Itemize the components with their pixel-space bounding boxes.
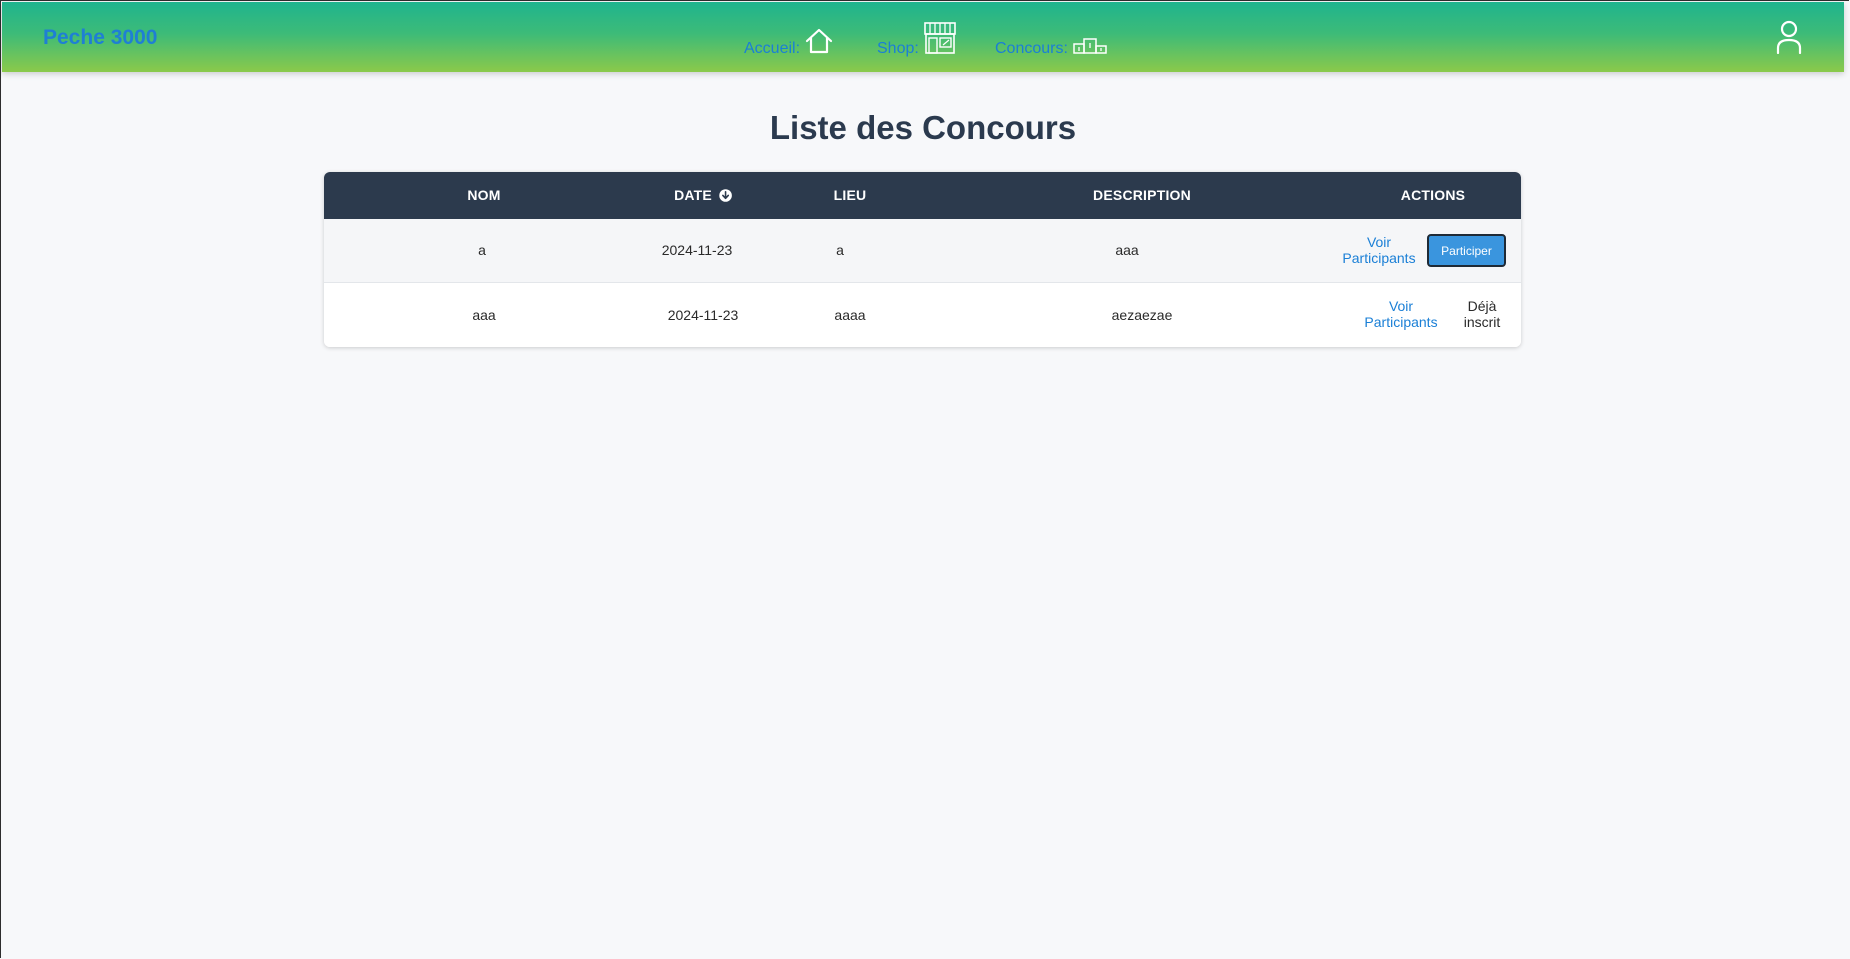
sort-down-icon[interactable]: [719, 189, 732, 202]
podium-icon: [1072, 35, 1108, 60]
nav-shop-label: Shop:: [877, 40, 919, 57]
header-lieu[interactable]: LIEU: [834, 187, 867, 203]
contests-table: NOM DATE LIEU DESCRIPTION ACTIONS a 2024…: [324, 172, 1521, 347]
status-line-1: Déjà: [1467, 298, 1497, 314]
navbar: Peche 3000 Accueil: Shop: Concours:: [2, 2, 1844, 72]
voir-line-1: Voir: [1366, 234, 1392, 250]
nav-contests-label: Concours:: [995, 40, 1068, 57]
cell-description: aaa: [1115, 242, 1139, 258]
shop-icon: [923, 21, 957, 60]
status-already-registered: Déjà inscrit: [1442, 298, 1521, 330]
cell-date: 2024-11-23: [667, 307, 739, 323]
nav-home-label: Accueil:: [744, 40, 801, 57]
header-actions: ACTIONS: [1400, 187, 1466, 203]
page-title: Liste des Concours: [769, 109, 1077, 146]
voir-line-1: Voir: [1388, 298, 1414, 314]
cell-date: 2024-11-23: [661, 242, 733, 258]
header-description[interactable]: DESCRIPTION: [1093, 187, 1191, 203]
table-header: NOM DATE LIEU DESCRIPTION ACTIONS: [324, 172, 1521, 219]
cell-description: aezaezae: [1111, 307, 1173, 323]
status-line-2: inscrit: [1463, 314, 1501, 330]
nav-contests[interactable]: Concours:: [995, 20, 1108, 60]
voir-line-2: Participants: [1342, 250, 1416, 266]
brand-link[interactable]: Peche 3000: [43, 26, 157, 50]
nav-shop[interactable]: Shop:: [877, 20, 957, 60]
app-window: Peche 3000 Accueil: Shop: Concours: List…: [0, 0, 1849, 958]
nav-home[interactable]: Accueil:: [744, 20, 834, 60]
voir-line-2: Participants: [1364, 314, 1438, 330]
voir-participants-link[interactable]: Voir Participants: [1334, 234, 1424, 266]
header-date-label: DATE: [674, 187, 712, 203]
cell-nom: aaa: [472, 307, 496, 323]
table-row: a 2024-11-23 a aaa Voir Participants Par…: [324, 219, 1521, 283]
user-icon[interactable]: [1776, 20, 1802, 55]
cell-lieu: a: [836, 242, 844, 258]
table-row: aaa 2024-11-23 aaaa aezaezae Voir Partic…: [324, 283, 1521, 347]
header-date[interactable]: DATE: [674, 187, 732, 203]
cell-nom: a: [478, 242, 486, 258]
participer-button[interactable]: Participer: [1427, 234, 1506, 267]
voir-participants-link[interactable]: Voir Participants: [1356, 298, 1446, 330]
cell-lieu: aaaa: [834, 307, 866, 323]
header-nom[interactable]: NOM: [467, 187, 500, 203]
home-icon: [804, 27, 834, 60]
